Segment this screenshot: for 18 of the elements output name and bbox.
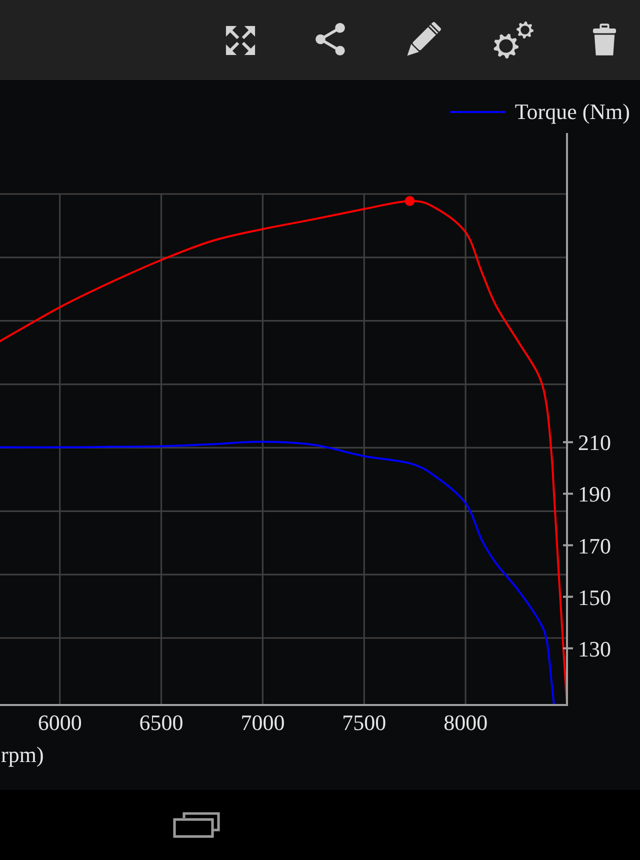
y-tick-label: 130 (578, 636, 611, 662)
expand-arrows-icon (224, 24, 256, 56)
legend-label: Torque (Nm) (514, 98, 630, 126)
y-tick-label: 170 (578, 533, 611, 558)
y-tick-label: 150 (578, 584, 611, 610)
x-tick-label: 7000 (240, 710, 285, 735)
axis-title: rpm) (1, 742, 44, 767)
x-tick-label: 6000 (38, 710, 82, 735)
gears-icon (492, 21, 534, 59)
y-tick-label: 210 (578, 430, 611, 456)
x-tick-label: 7500 (342, 710, 386, 735)
trash-icon (592, 23, 616, 57)
recent-apps-icon (172, 811, 222, 839)
marker-icon (404, 196, 415, 206)
share-icon (314, 23, 348, 57)
y-tick-label: 190 (578, 482, 611, 507)
x-tick-label: 6500 (139, 710, 184, 735)
x-tick-label: 8000 (444, 710, 488, 735)
